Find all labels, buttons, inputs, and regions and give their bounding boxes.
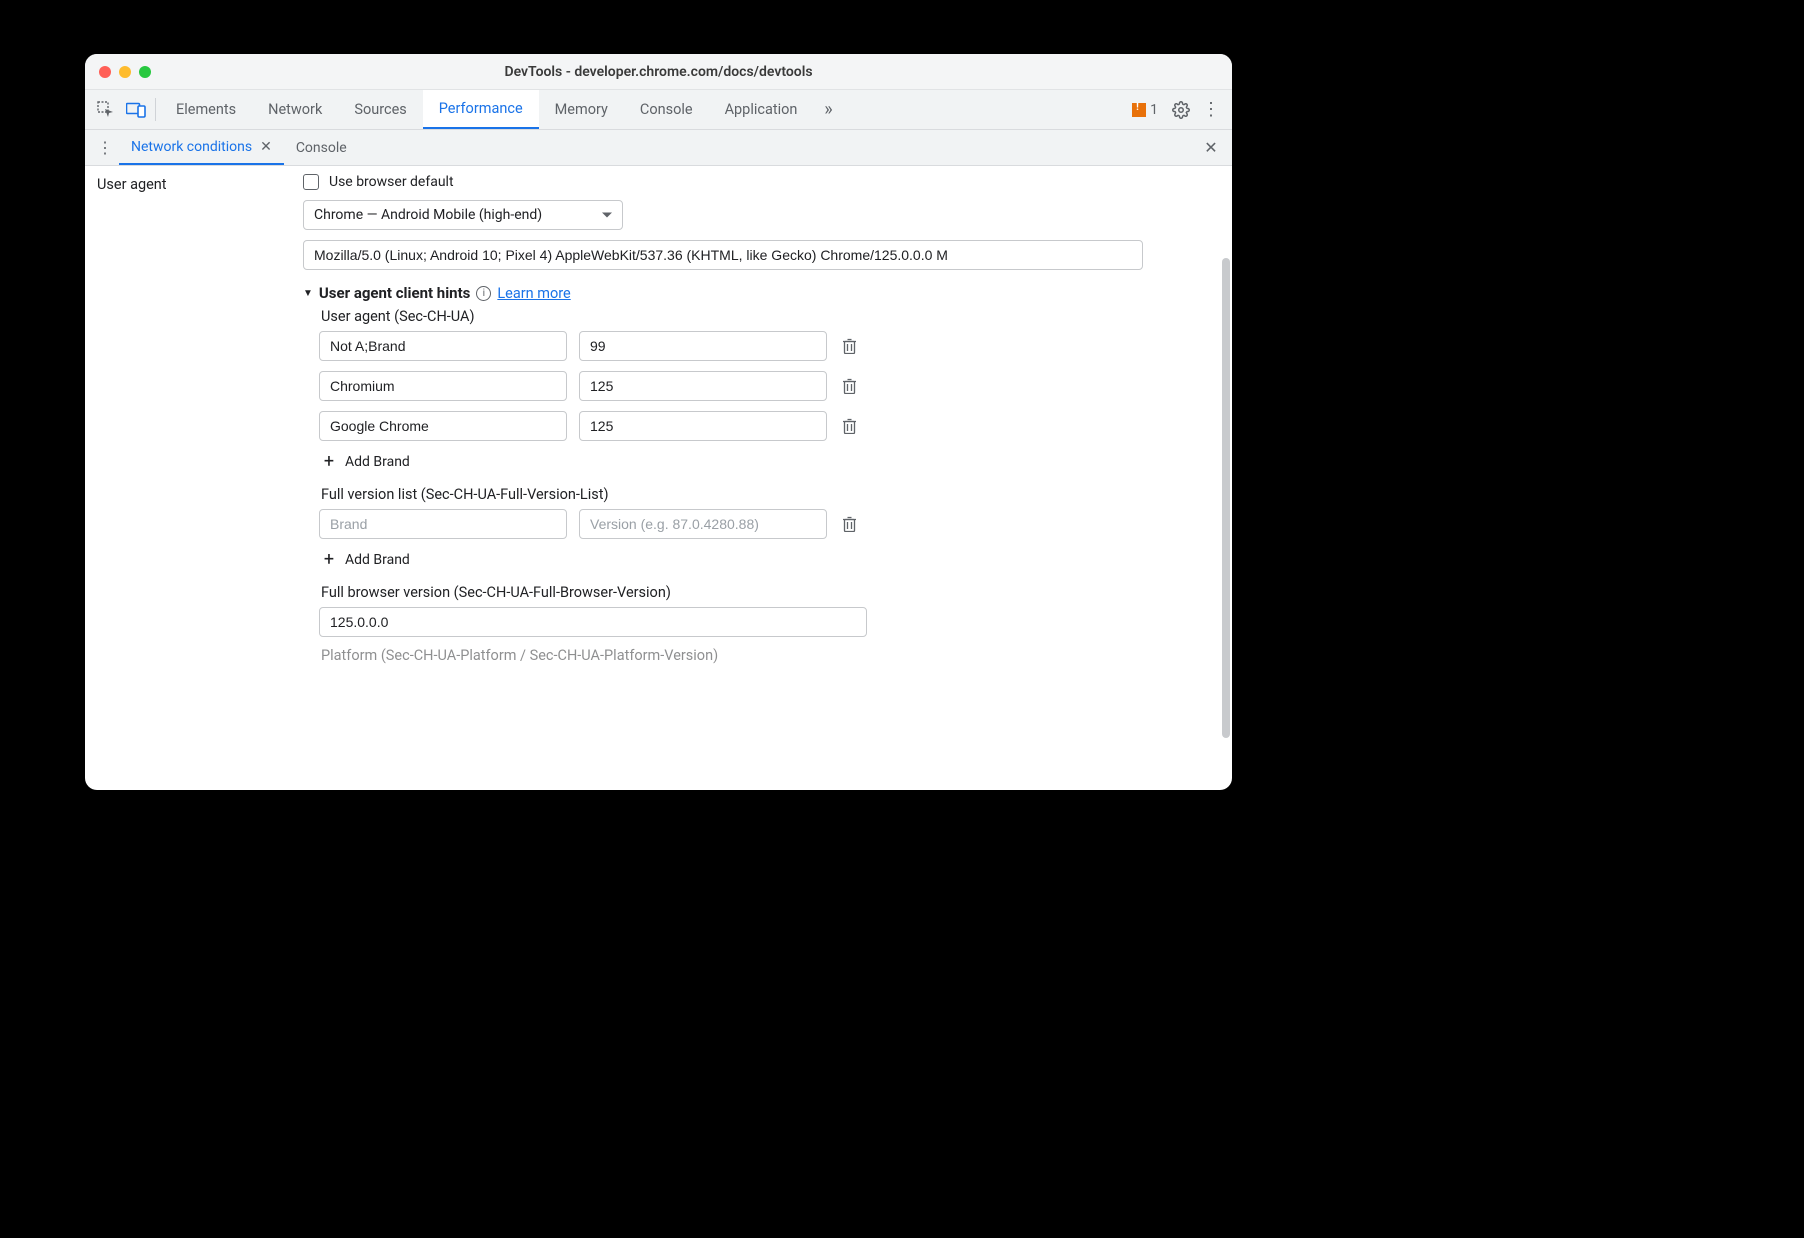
brand-row [319, 371, 1216, 401]
user-agent-settings: Use browser default Chrome — Android Mob… [303, 166, 1232, 790]
drawer-content: User agent Use browser default Chrome — … [85, 166, 1232, 790]
zoom-window-button[interactable] [139, 66, 151, 78]
drawer-tabbar: ⋮ Network conditions ✕ Console ✕ [85, 130, 1232, 166]
tab-memory[interactable]: Memory [539, 90, 624, 129]
info-icon[interactable]: i [476, 286, 491, 301]
fvl-brand-input[interactable] [319, 509, 567, 539]
plus-icon: + [321, 549, 337, 570]
add-brand-label: Add Brand [345, 454, 410, 470]
minimize-window-button[interactable] [119, 66, 131, 78]
section-label-column: User agent [85, 166, 303, 790]
platform-label-partial: Platform (Sec-CH-UA-Platform / Sec-CH-UA… [321, 647, 1216, 664]
delete-fvl-icon[interactable] [839, 514, 859, 534]
full-browser-version-input[interactable] [319, 607, 867, 637]
close-drawer-icon[interactable]: ✕ [1196, 130, 1226, 165]
close-window-button[interactable] [99, 66, 111, 78]
full-version-list-label: Full version list (Sec-CH-UA-Full-Versio… [321, 486, 1216, 503]
devtools-window: DevTools - developer.chrome.com/docs/dev… [85, 54, 1232, 790]
close-tab-icon[interactable]: ✕ [260, 139, 272, 155]
brand-version-input[interactable] [579, 411, 827, 441]
disclosure-triangle-icon: ▼ [303, 288, 313, 299]
use-browser-default-checkbox[interactable] [303, 174, 319, 190]
tab-network[interactable]: Network [252, 90, 338, 129]
fvl-version-input[interactable] [579, 509, 827, 539]
drawer-kebab-icon[interactable]: ⋮ [91, 130, 119, 165]
user-agent-select[interactable]: Chrome — Android Mobile (high-end) [303, 200, 623, 230]
drawer-tab-network-conditions[interactable]: Network conditions ✕ [119, 130, 284, 165]
full-version-row [319, 509, 1216, 539]
warnings-indicator[interactable]: 1 [1124, 90, 1166, 129]
warning-icon [1132, 103, 1146, 117]
tab-sources[interactable]: Sources [338, 90, 422, 129]
plus-icon: + [321, 451, 337, 472]
titlebar: DevTools - developer.chrome.com/docs/dev… [85, 54, 1232, 90]
window-title: DevTools - developer.chrome.com/docs/dev… [85, 64, 1232, 80]
delete-brand-icon[interactable] [839, 336, 859, 356]
device-toolbar-icon[interactable] [121, 90, 151, 129]
brand-name-input[interactable] [319, 411, 567, 441]
settings-icon[interactable] [1166, 90, 1196, 129]
kebab-menu-icon[interactable]: ⋮ [1196, 90, 1226, 129]
divider [155, 98, 156, 121]
tab-performance[interactable]: Performance [423, 90, 539, 129]
brand-name-input[interactable] [319, 331, 567, 361]
learn-more-link[interactable]: Learn more [497, 285, 570, 302]
sec-ch-ua-label: User agent (Sec-CH-UA) [321, 308, 1216, 325]
user-agent-section-label: User agent [97, 176, 291, 193]
client-hints-header[interactable]: ▼ User agent client hints i Learn more [303, 284, 1216, 302]
add-brand-label: Add Brand [345, 552, 410, 568]
add-brand-button[interactable]: + Add Brand [321, 451, 1216, 472]
main-tabbar: Elements Network Sources Performance Mem… [85, 90, 1232, 130]
full-browser-version-label: Full browser version (Sec-CH-UA-Full-Bro… [321, 584, 1216, 601]
brand-name-input[interactable] [319, 371, 567, 401]
warnings-count: 1 [1150, 102, 1158, 118]
drawer-tab-label: Network conditions [131, 139, 252, 155]
tab-elements[interactable]: Elements [160, 90, 252, 129]
add-fvl-brand-button[interactable]: + Add Brand [321, 549, 1216, 570]
client-hints-title: User agent client hints [319, 284, 470, 302]
drawer-tab-label: Console [296, 140, 347, 156]
tab-console[interactable]: Console [624, 90, 709, 129]
brand-version-input[interactable] [579, 331, 827, 361]
drawer-tab-console[interactable]: Console [284, 130, 359, 165]
use-browser-default-label: Use browser default [329, 174, 454, 190]
delete-brand-icon[interactable] [839, 376, 859, 396]
tab-application[interactable]: Application [709, 90, 814, 129]
delete-brand-icon[interactable] [839, 416, 859, 436]
user-agent-string-input[interactable] [303, 240, 1143, 270]
window-controls [85, 66, 151, 78]
brand-row [319, 331, 1216, 361]
inspect-element-icon[interactable] [91, 90, 121, 129]
more-tabs-icon[interactable]: » [813, 90, 843, 129]
brand-row [319, 411, 1216, 441]
scrollbar-thumb[interactable] [1222, 258, 1230, 738]
brand-version-input[interactable] [579, 371, 827, 401]
